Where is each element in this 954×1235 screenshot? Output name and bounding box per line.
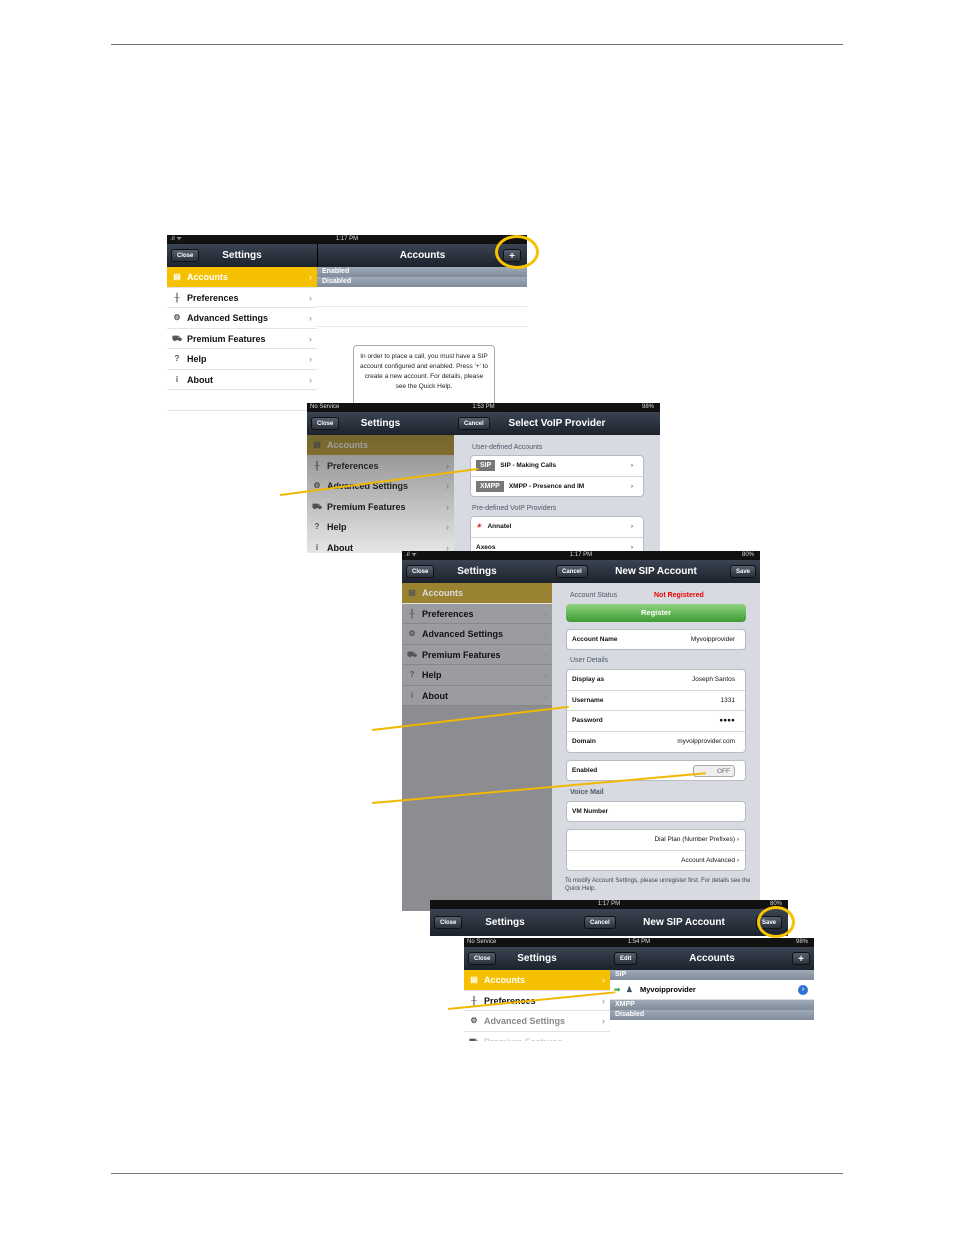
chevron-right-icon: › [544,649,547,660]
screenshot-accounts-list: No Service 1:54 PM 98% Close Settings Edit… [464,938,814,1041]
cancel-button[interactable]: Cancel [556,565,588,578]
save-button-callout [757,906,795,938]
cancel-button[interactable]: Cancel [584,916,616,929]
section-header-disabled: Disabled [317,277,527,287]
cart-icon: ⛟ [469,1036,480,1042]
close-button[interactable]: Close [406,565,435,578]
sip-account-row[interactable]: SIP SIP - Making Calls › [471,456,643,477]
dial-plan-row[interactable]: Dial Plan (Number Prefixes) › [567,830,745,851]
section-header-enabled: Enabled [317,267,527,277]
chevron-right-icon: › [544,608,547,619]
nav-title-accounts: Accounts [399,250,446,261]
info-icon: i [175,374,179,384]
annatel-logo: ✶ [476,523,482,530]
cart-icon: ⛟ [407,649,418,659]
gears-icon: ⚙ [470,1016,478,1025]
screenshot-save-strip: 1:17 PM 80% Close Settings Cancel New SIP… [430,900,788,936]
cancel-button[interactable]: Cancel [458,417,490,430]
account-advanced-row[interactable]: Account Advanced › [567,851,745,871]
preferences-icon: ╫ [409,608,415,618]
arrow-right-icon: ➡ [614,985,621,994]
chevron-right-icon: › [736,836,739,843]
settings-menu: ▤ Accounts › ╫ Preferences › ⚙ Advanced Setti… [167,267,317,470]
password-field[interactable]: Password ●●●● [567,711,745,732]
help-icon: ? [409,670,415,679]
close-button[interactable]: Close [434,916,463,929]
vm-number-field[interactable]: VM Number [567,802,745,821]
enabled-toggle[interactable]: OFF [693,765,735,777]
register-button[interactable]: Register [566,604,746,622]
chevron-right-icon: › [736,856,739,864]
close-button[interactable]: Close [171,249,200,262]
chevron-right-icon: › [544,629,547,639]
xmpp-badge: XMPP [476,480,504,492]
close-button[interactable]: Close [311,417,340,430]
menu-item-help[interactable]: ? Help › [167,349,317,370]
accounts-icon: ▤ [408,588,416,597]
chevron-right-icon: › [544,670,547,680]
save-button[interactable]: Save [729,565,756,578]
gears-icon: ⚙ [408,629,416,638]
chevron-right-icon: › [602,975,605,985]
screenshot-new-sip-account: .ıl ᯤ 1:17 PM 80% Close Settings Cancel Ne… [402,551,760,911]
menu-item-preferences[interactable]: ╫ Preferences › [167,288,317,308]
chevron-right-icon: › [630,523,633,530]
chevron-right-icon: › [309,354,312,364]
gears-icon: ⚙ [173,313,181,322]
chevron-right-icon: › [309,292,312,303]
chevron-right-icon: › [630,482,633,490]
nav-title-select-provider: Select VoIP Provider [508,418,606,429]
chevron-right-icon: › [309,374,312,385]
user-icon: ♟ [626,985,633,994]
top-rule [111,44,843,45]
help-icon: ? [174,354,180,363]
accounts-icon: ▤ [173,272,181,281]
sip-badge: SIP [476,460,496,471]
status-badge: Not Registered [654,592,704,599]
menu-item-advanced-settings[interactable]: ⚙ Advanced Settings › [167,308,317,329]
cart-icon: ⛟ [172,333,183,343]
chevron-right-icon: › [544,690,547,701]
account-row-myvoipprovider[interactable]: ➡ ♟ Myvoipprovider › [610,980,814,1000]
bottom-rule [111,1173,843,1174]
close-button[interactable]: Close [468,952,497,965]
detail-disclosure-icon[interactable]: › [798,985,808,995]
chevron-right-icon: › [630,462,633,469]
username-field[interactable]: Username 1331 [567,691,745,711]
domain-field[interactable]: Domain myvoipprovider.com [567,732,745,753]
accounts-icon: ▤ [470,975,478,984]
info-icon: i [410,690,414,700]
chevron-right-icon: › [309,313,312,323]
account-name-field[interactable]: Account Name Myvoipprovider [567,630,745,649]
chevron-right-icon: › [309,272,312,282]
menu-item-about[interactable]: i About › [167,370,317,390]
provider-annatel[interactable]: ✶ Annatel › [471,517,643,538]
chevron-right-icon: › [309,333,312,344]
menu-item-accounts[interactable]: ▤ Accounts › [167,267,317,288]
screenshot-select-provider: No Service 1:53 PM 98% Close Settings Canc… [307,403,660,553]
menu-item-premium-features[interactable]: ⛟ Premium Features › [167,329,317,349]
footer-note: To modify Account Settings, please unreg… [565,878,751,892]
nav-title-new-sip-account: New SIP Account [615,566,697,577]
chevron-right-icon: › [602,1016,605,1026]
xmpp-account-row[interactable]: XMPP XMPP - Presence and IM › [471,477,643,497]
preferences-icon: ╫ [174,292,180,302]
nav-title-settings: Settings [222,250,262,261]
display-as-field[interactable]: Display as Joseph Santos [567,670,745,691]
chevron-right-icon: › [544,588,547,598]
add-account-button[interactable]: + [792,952,810,965]
add-button-callout [495,235,539,269]
edit-button[interactable]: Edit [614,952,638,965]
